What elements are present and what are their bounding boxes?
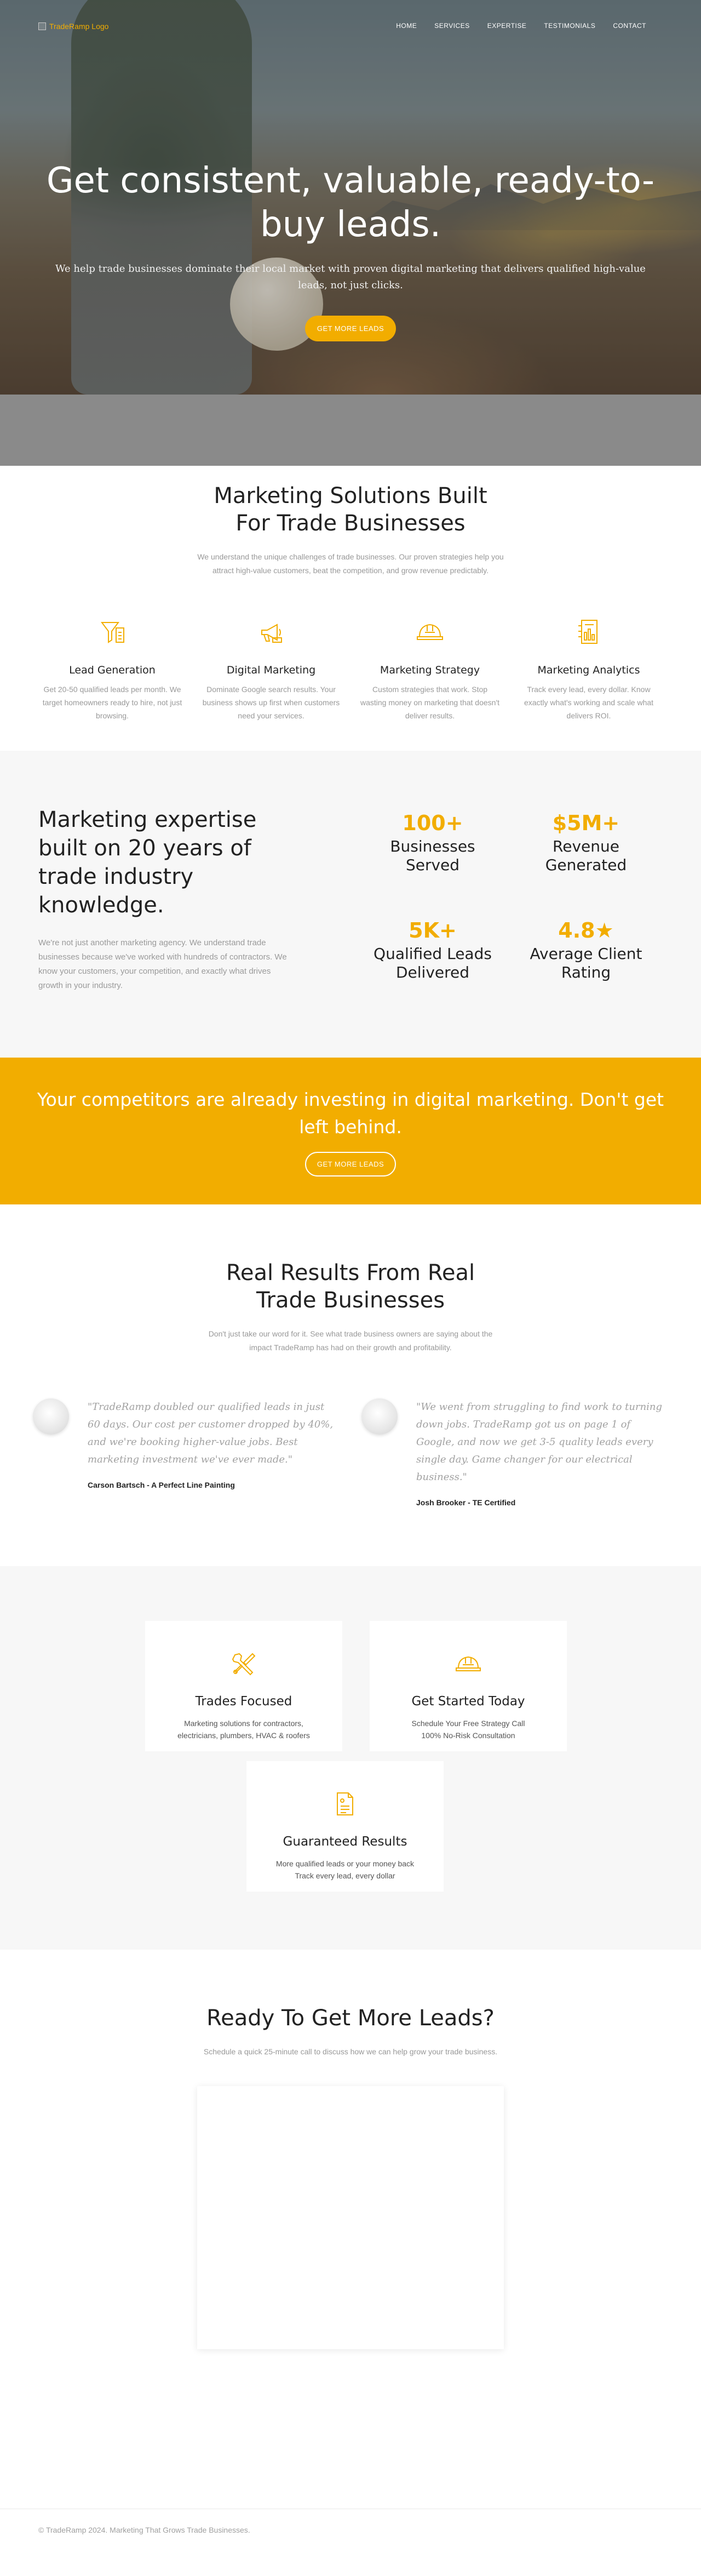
nav-link-services[interactable]: SERVICES xyxy=(434,22,469,30)
nav-link-home[interactable]: HOME xyxy=(396,22,417,30)
service-lead-generation: Lead Generation Get 20-50 qualified lead… xyxy=(33,616,192,722)
testimonial-card: "We went from struggling to find work to… xyxy=(361,1398,668,1507)
service-description: Custom strategies that work. Stop wastin… xyxy=(360,685,500,720)
feature-description: More qualified leads or your money back … xyxy=(246,1858,444,1882)
expertise-section: Marketing expertise built on 20 years of… xyxy=(0,751,701,1058)
nav-link-contact[interactable]: CONTACT xyxy=(613,22,646,30)
scheduling-widget[interactable] xyxy=(197,2086,504,2349)
stats-grid: 100+ Businesses Served $5M+ Revenue Genera… xyxy=(356,811,663,982)
logo-alt-text: TradeRamp Logo xyxy=(49,22,109,31)
avatar xyxy=(361,1398,398,1435)
service-title: Lead Generation xyxy=(69,664,156,676)
footer: © TradeRamp 2024. Marketing That Grows T… xyxy=(0,2509,701,2576)
analytics-icon xyxy=(578,620,597,644)
banner-cta-button[interactable]: GET MORE LEADS xyxy=(304,1152,397,1176)
logo[interactable]: TradeRamp Logo xyxy=(38,22,108,31)
booking-title: Ready To Get More Leads? xyxy=(206,2006,495,2031)
nav-link-testimonials[interactable]: TESTIMONIALS xyxy=(544,22,595,30)
stat-value: $5M+ xyxy=(552,811,620,835)
testimonials-title: Real Results From Real Trade Businesses xyxy=(226,1260,475,1313)
footer-copyright: © TradeRamp 2024. Marketing That Grows T… xyxy=(38,2526,250,2534)
testimonials-section: Real Results From Real Trade Businesses … xyxy=(0,1204,701,1566)
service-description: Get 20-50 qualified leads per month. We … xyxy=(42,685,182,720)
booking-section: Ready To Get More Leads? Schedule a quic… xyxy=(0,1950,701,2509)
document-icon xyxy=(337,1792,353,1815)
services-section: Marketing Solutions Built For Trade Busi… xyxy=(0,466,701,751)
stat-value: 100+ xyxy=(402,811,463,835)
services-title: Marketing Solutions Built For Trade Busi… xyxy=(214,483,487,536)
feature-card-guaranteed-results: Guaranteed Results More qualified leads … xyxy=(246,1761,444,1892)
testimonial-author: Carson Bartsch - A Perfect Line Painting xyxy=(88,1481,235,1489)
services-description: We understand the unique challenges of t… xyxy=(197,552,504,575)
testimonial-quote: "We went from struggling to find work to… xyxy=(416,1401,663,1483)
tools-icon xyxy=(232,1653,256,1676)
feature-description: Marketing solutions for contractors, ele… xyxy=(145,1717,342,1741)
feature-line: Track every lead, every dollar xyxy=(295,1871,395,1880)
booking-description: Schedule a quick 25-minute call to discu… xyxy=(203,2047,498,2056)
hero-content: Get consistent, valuable, ready-to-buy l… xyxy=(0,159,701,341)
nav-menu: HOME SERVICES EXPERTISE TESTIMONIALS CON… xyxy=(396,22,646,30)
service-digital-marketing: Digital Marketing Dominate Google search… xyxy=(192,616,350,722)
feature-title: Get Started Today xyxy=(411,1694,525,1709)
stat-label: Revenue Generated xyxy=(545,837,627,874)
stat-label: Average Client Rating xyxy=(530,945,642,981)
feature-card-get-started: Get Started Today Schedule Your Free Str… xyxy=(370,1621,567,1751)
feature-card-trades-focused: Trades Focused Marketing solutions for c… xyxy=(145,1621,342,1751)
funnel-icon xyxy=(101,622,124,643)
stat-leads-delivered: 5K+ Qualified Leads Delivered xyxy=(356,918,509,982)
nav-link-expertise[interactable]: EXPERTISE xyxy=(487,22,527,30)
stat-value: 4.8★ xyxy=(558,918,614,943)
megaphone-icon xyxy=(261,624,282,643)
services-list: Lead Generation Get 20-50 qualified lead… xyxy=(22,616,679,722)
feature-line: Schedule Your Free Strategy Call xyxy=(411,1719,525,1728)
stat-client-rating: 4.8★ Average Client Rating xyxy=(509,918,663,982)
stat-revenue-generated: $5M+ Revenue Generated xyxy=(509,811,663,875)
hero-cta-button[interactable]: GET MORE LEADS xyxy=(304,316,397,341)
broken-image-icon xyxy=(38,22,46,30)
testimonials-description: Don't just take our word for it. See wha… xyxy=(208,1329,493,1352)
hero-title: Get consistent, valuable, ready-to-buy l… xyxy=(46,161,655,245)
stat-value: 5K+ xyxy=(409,918,457,943)
service-title: Marketing Analytics xyxy=(537,664,640,676)
service-title: Digital Marketing xyxy=(226,664,316,676)
feature-title: Guaranteed Results xyxy=(283,1835,407,1849)
avatar xyxy=(33,1398,69,1435)
feature-line: Marketing solutions for contractors, xyxy=(184,1719,303,1728)
feature-line: More qualified leads or your money back xyxy=(275,1859,415,1868)
testimonial-quote: "TradeRamp doubled our qualified leads i… xyxy=(88,1401,334,1465)
hard-hat-icon xyxy=(417,624,443,640)
feature-line: 100% No-Risk Consultation xyxy=(421,1731,515,1740)
expertise-description: We're not just another marketing agency.… xyxy=(38,938,287,990)
stat-businesses-served: 100+ Businesses Served xyxy=(356,811,509,875)
features-section: Trades Focused Marketing solutions for c… xyxy=(0,1566,701,1950)
feature-line: electricians, plumbers, HVAC & roofers xyxy=(177,1731,310,1740)
top-navigation: TradeRamp Logo HOME SERVICES EXPERTISE T… xyxy=(0,0,701,55)
feature-title: Trades Focused xyxy=(195,1694,292,1709)
testimonial-author: Josh Brooker - TE Certified xyxy=(416,1498,516,1507)
service-description: Dominate Google search results. Your bus… xyxy=(202,685,340,720)
expertise-title: Marketing expertise built on 20 years of… xyxy=(38,807,257,918)
hero-subtitle: We help trade businesses dominate their … xyxy=(55,263,646,291)
feature-description: Schedule Your Free Strategy Call 100% No… xyxy=(370,1717,567,1741)
stat-label: Qualified Leads Delivered xyxy=(374,945,492,981)
cta-banner: Your competitors are already investing i… xyxy=(0,1058,701,1204)
testimonial-card: "TradeRamp doubled our qualified leads i… xyxy=(33,1398,340,1507)
hero-section: TradeRamp Logo HOME SERVICES EXPERTISE T… xyxy=(0,0,701,466)
service-marketing-analytics: Marketing Analytics Track every lead, ev… xyxy=(509,616,668,722)
service-title: Marketing Strategy xyxy=(380,664,480,676)
service-marketing-strategy: Marketing Strategy Custom strategies tha… xyxy=(350,616,509,722)
service-description: Track every lead, every dollar. Know exa… xyxy=(524,685,654,720)
hard-hat-icon xyxy=(456,1656,481,1671)
stat-label: Businesses Served xyxy=(390,837,475,874)
banner-text: Your competitors are already investing i… xyxy=(37,1089,664,1138)
